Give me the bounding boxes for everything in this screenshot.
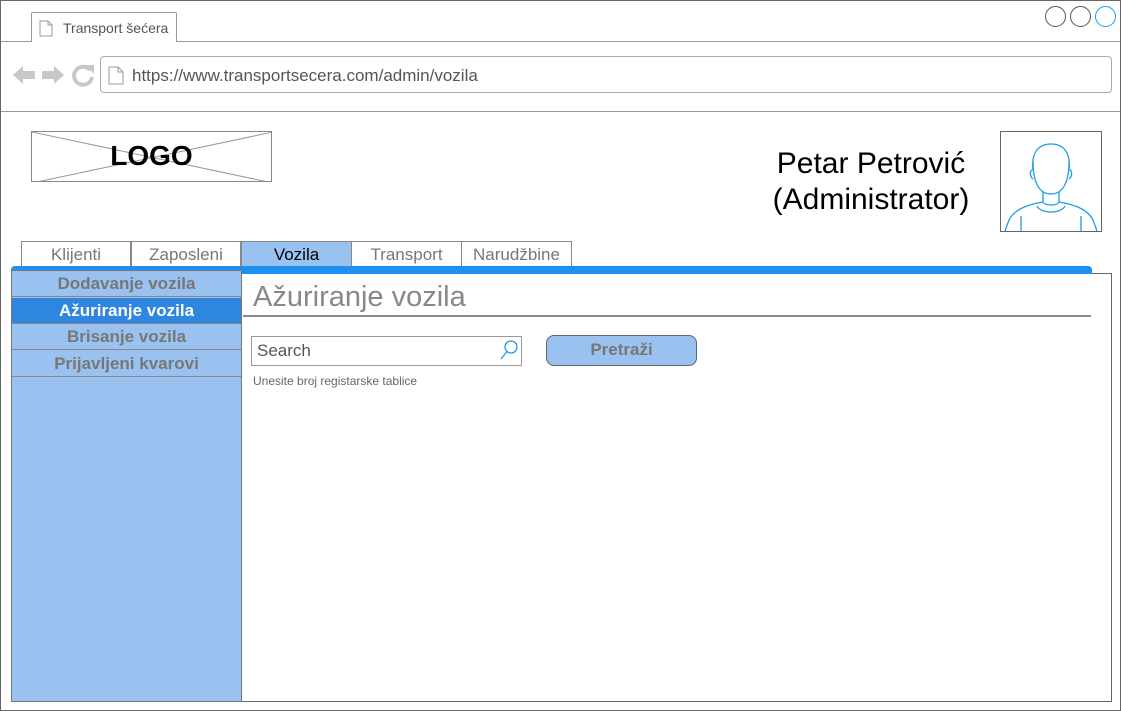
search-icon[interactable] (499, 339, 519, 361)
tab-transport[interactable]: Transport (351, 241, 462, 268)
page-title: Ažuriranje vozila (253, 281, 466, 313)
search-input[interactable] (251, 336, 522, 366)
maximize-button[interactable] (1070, 6, 1091, 27)
minimize-button[interactable] (1045, 6, 1066, 27)
user-info: Petar Petrović (Administrator) (761, 146, 981, 218)
document-icon (39, 20, 53, 37)
sidebar: Dodavanje vozila Ažuriranje vozila Brisa… (11, 270, 242, 702)
arrow-left-icon[interactable] (11, 62, 37, 88)
page-icon (108, 66, 124, 85)
sidebar-item-dodavanje[interactable]: Dodavanje vozila (12, 271, 241, 297)
tab-vozila[interactable]: Vozila (241, 241, 352, 268)
search-button[interactable]: Pretraži (546, 335, 697, 366)
close-button[interactable] (1095, 6, 1116, 27)
user-name: Petar Petrović (776, 147, 966, 180)
avatar[interactable] (1000, 131, 1102, 232)
tab-strip: Transport šećera (1, 1, 1120, 43)
browser-tab-title: Transport šećera (63, 20, 169, 36)
reload-icon[interactable] (70, 62, 96, 88)
tab-narudzbine[interactable]: Narudžbine (461, 241, 572, 268)
sidebar-item-brisanje[interactable]: Brisanje vozila (12, 324, 241, 350)
logo-text: LOGO (110, 140, 193, 171)
title-divider (243, 315, 1091, 317)
user-role: (Administrator) (772, 183, 970, 216)
search-hint: Unesite broj registarske tablice (253, 374, 418, 388)
sidebar-item-azuriranje[interactable]: Ažuriranje vozila (12, 298, 241, 324)
browser-navbar: https://www.transportsecera.com/admin/vo… (1, 42, 1120, 112)
tab-klijenti[interactable]: Klijenti (21, 241, 131, 268)
arrow-right-icon[interactable] (40, 62, 66, 88)
url-text: https://www.transportsecera.com/admin/vo… (132, 66, 478, 85)
tab-zaposleni[interactable]: Zaposleni (131, 241, 241, 268)
user-avatar-icon (1004, 143, 1098, 231)
browser-tab[interactable]: Transport šećera (31, 12, 177, 43)
browser-window: Transport šećera https://www.transportse… (0, 0, 1121, 711)
address-bar[interactable]: https://www.transportsecera.com/admin/vo… (100, 56, 1112, 93)
logo: LOGO (31, 131, 272, 182)
sidebar-item-kvarovi[interactable]: Prijavljeni kvarovi (12, 351, 241, 377)
